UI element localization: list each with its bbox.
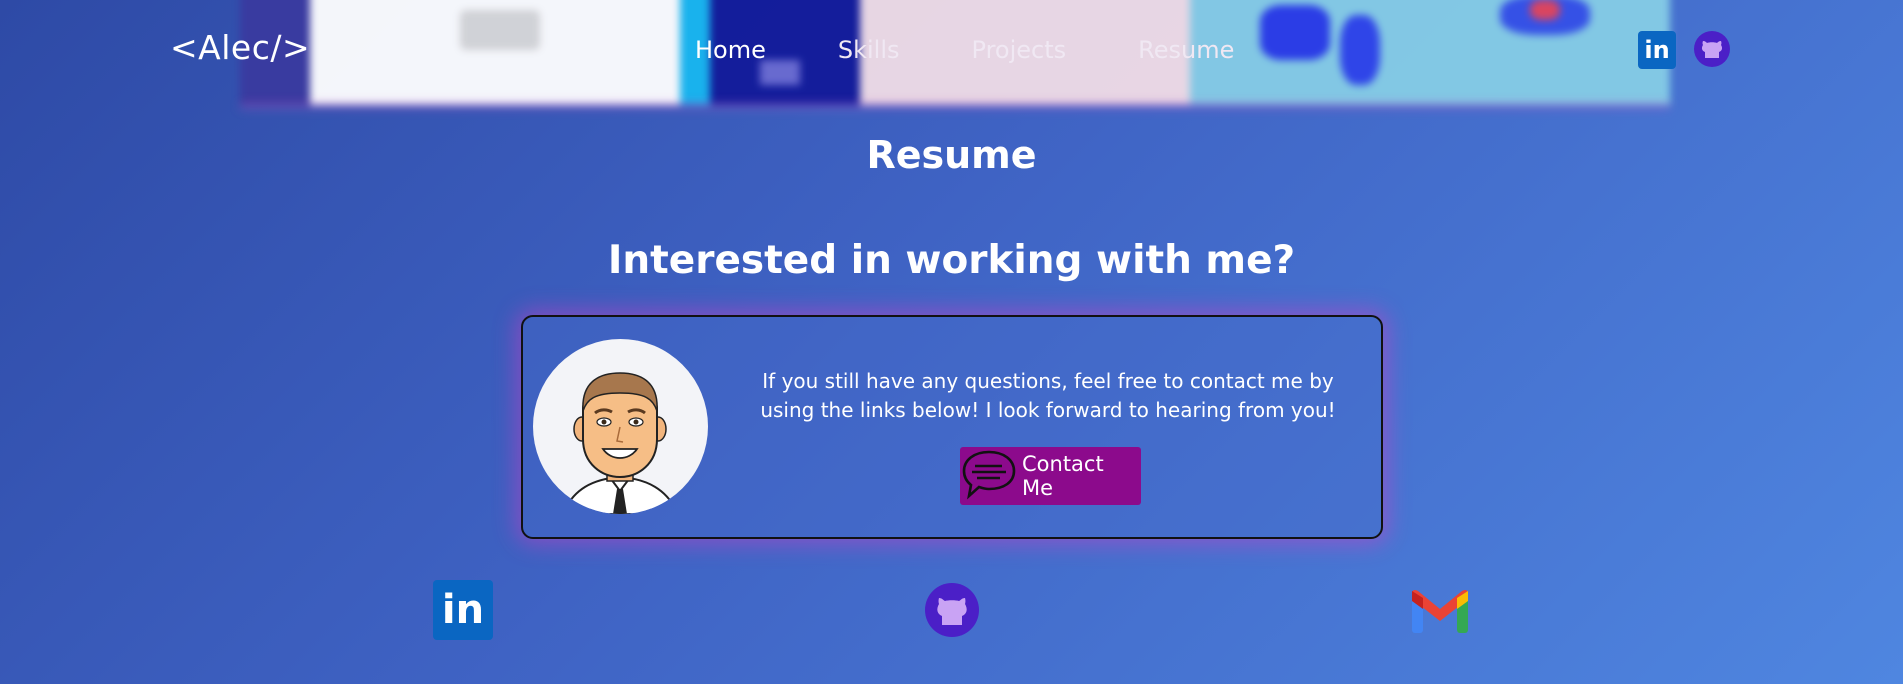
- github-icon: [925, 598, 979, 641]
- main-nav: Home Skills Projects Resume: [695, 36, 1306, 64]
- footer-github-link[interactable]: [925, 583, 979, 637]
- contact-message: If you still have any questions, feel fr…: [760, 369, 1336, 422]
- nav-resume[interactable]: Resume: [1138, 36, 1234, 64]
- github-icon: [1694, 31, 1730, 67]
- footer-linkedin-link[interactable]: in: [433, 580, 493, 640]
- header-linkedin-link[interactable]: in: [1638, 31, 1676, 69]
- header-github-link[interactable]: [1694, 31, 1730, 67]
- gmail-icon: [1410, 589, 1470, 639]
- contact-card: If you still have any questions, feel fr…: [521, 315, 1383, 539]
- strip-glow: [240, 103, 1670, 109]
- avatar: [533, 339, 708, 514]
- nav-home[interactable]: Home: [695, 36, 766, 64]
- linkedin-icon: in: [1638, 31, 1676, 69]
- project-thumbnail: [310, 0, 680, 105]
- linkedin-icon: in: [441, 587, 485, 633]
- footer-gmail-link[interactable]: [1410, 589, 1470, 635]
- nav-skills[interactable]: Skills: [838, 36, 900, 64]
- resume-section-title: Resume: [866, 133, 1037, 177]
- contact-me-label: Contact Me: [1022, 452, 1104, 500]
- site-logo[interactable]: <Alec/>: [170, 28, 310, 67]
- speech-bubble-icon: [960, 446, 1018, 506]
- contact-me-button[interactable]: Contact Me: [960, 447, 1141, 505]
- nav-projects[interactable]: Projects: [972, 36, 1067, 64]
- contact-heading: Interested in working with me?: [607, 238, 1296, 283]
